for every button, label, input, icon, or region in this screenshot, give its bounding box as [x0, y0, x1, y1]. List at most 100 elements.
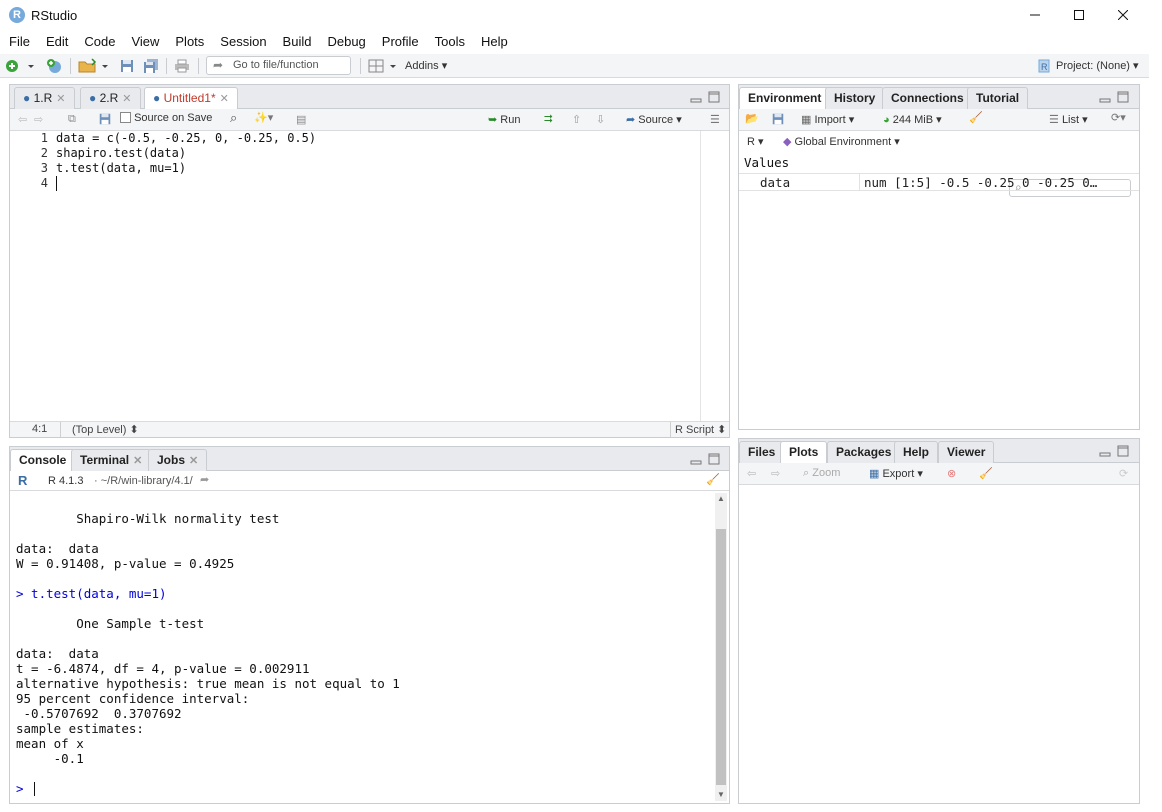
code-tools-wand-icon[interactable]: ✨▾	[254, 111, 273, 124]
open-dropdown-icon[interactable]	[100, 58, 110, 74]
previous-plot-icon[interactable]: ⇦	[747, 467, 756, 480]
save-all-icon[interactable]	[143, 58, 159, 74]
show-in-window-icon[interactable]: ⧉	[68, 113, 76, 126]
tab-terminal[interactable]: Terminal ✕	[71, 449, 152, 471]
console-output[interactable]: Shapiro-Wilk normality test data: data W…	[10, 491, 713, 803]
run-button[interactable]: ➥ Run	[488, 113, 520, 126]
menu-session[interactable]: Session	[212, 31, 274, 53]
clear-plots-broom-icon[interactable]: 🧹	[979, 467, 993, 480]
tab-history[interactable]: History	[825, 87, 885, 109]
maximize-pane-icon[interactable]	[1117, 91, 1129, 103]
refresh-icon[interactable]: ⟳▾	[1111, 111, 1126, 124]
menu-edit[interactable]: Edit	[38, 31, 76, 53]
tab-2-r[interactable]: ● 2.R ✕	[80, 87, 141, 109]
close-tab-icon[interactable]: ✕	[220, 93, 229, 105]
tab-1-r[interactable]: ● 1.R ✕	[14, 87, 75, 109]
environment-variable-row[interactable]: data num [1:5] -0.5 -0.25 0 -0.25 0…	[739, 173, 1139, 191]
new-file-icon[interactable]	[5, 58, 21, 74]
close-tab-icon[interactable]: ✕	[56, 93, 65, 105]
maximize-pane-icon[interactable]	[708, 91, 720, 103]
maximize-pane-icon[interactable]	[1117, 445, 1129, 457]
minimize-pane-icon[interactable]	[690, 453, 702, 465]
goto-directory-icon[interactable]: ➦	[200, 473, 209, 486]
tab-console[interactable]: Console	[10, 449, 76, 472]
scrollbar-thumb[interactable]	[716, 529, 726, 785]
tab-connections[interactable]: Connections	[882, 87, 973, 109]
zoom-button[interactable]: ⌕ Zoom	[803, 467, 840, 480]
scope-selector[interactable]: (Top Level) ⬍	[72, 423, 139, 436]
back-arrow-icon[interactable]: ⇦	[18, 113, 27, 126]
tab-help[interactable]: Help	[894, 441, 939, 463]
memory-usage[interactable]: ◕ 244 MiB ▾	[883, 113, 942, 126]
menu-profile[interactable]: Profile	[374, 31, 427, 53]
export-button[interactable]: ▦ Export ▾	[869, 467, 923, 480]
menu-tools[interactable]: Tools	[427, 31, 473, 53]
list-view-selector[interactable]: ☰ List ▾	[1049, 113, 1088, 126]
menu-debug[interactable]: Debug	[319, 31, 373, 53]
import-dataset-button[interactable]: ▦ Import ▾	[801, 113, 854, 126]
close-tab-icon[interactable]: ✕	[133, 455, 142, 467]
search-icon[interactable]: ⌕	[230, 110, 237, 126]
source-button[interactable]: ➦ Source ▾	[626, 113, 682, 126]
clear-console-icon[interactable]: 🧹	[706, 473, 720, 486]
scroll-up-icon[interactable]: ▲	[715, 493, 727, 505]
close-tab-icon[interactable]: ✕	[122, 93, 131, 105]
tab-environment[interactable]: Environment	[739, 87, 831, 110]
file-type-selector[interactable]: R Script ⬍	[675, 423, 726, 436]
menu-build[interactable]: Build	[275, 31, 320, 53]
go-up-icon[interactable]: ⇧	[572, 113, 581, 126]
save-icon[interactable]	[98, 112, 112, 126]
close-tab-icon[interactable]: ✕	[189, 455, 198, 467]
minimize-pane-icon[interactable]	[1099, 91, 1111, 103]
rerun-icon[interactable]: ⮆	[544, 113, 553, 126]
working-directory[interactable]: · ~/R/win-library/4.1/	[94, 475, 193, 487]
clear-workspace-broom-icon[interactable]: 🧹	[969, 111, 983, 124]
r-file-icon: ●	[153, 91, 161, 105]
maximize-button[interactable]	[1057, 0, 1101, 30]
pane-layout-icon[interactable]	[368, 58, 384, 74]
go-down-icon[interactable]: ⇩	[596, 113, 605, 126]
minimize-pane-icon[interactable]	[1099, 445, 1111, 457]
forward-arrow-icon[interactable]: ⇨	[34, 113, 43, 126]
tab-files[interactable]: Files	[739, 441, 785, 463]
language-label: R	[747, 136, 755, 148]
language-selector[interactable]: R ▾	[747, 135, 764, 148]
print-icon[interactable]	[174, 58, 190, 74]
save-workspace-icon[interactable]	[771, 112, 785, 126]
new-file-dropdown-icon[interactable]	[26, 58, 36, 74]
menu-view[interactable]: View	[123, 31, 167, 53]
refresh-icon[interactable]: ⟳	[1119, 467, 1128, 480]
scroll-down-icon[interactable]: ▼	[715, 789, 727, 801]
open-file-icon[interactable]	[78, 58, 98, 74]
load-workspace-icon[interactable]: 📂	[745, 112, 759, 125]
tab-plots[interactable]: Plots	[780, 441, 828, 464]
new-project-icon[interactable]	[46, 58, 62, 74]
save-icon[interactable]	[119, 58, 135, 74]
menu-help[interactable]: Help	[473, 31, 516, 53]
tab-untitled1[interactable]: ● Untitled1* ✕	[144, 87, 238, 110]
outline-toggle-icon[interactable]: ☰	[710, 113, 720, 126]
addins-menu[interactable]: Addins ▾	[405, 59, 447, 72]
remove-plot-icon[interactable]: ⊗	[947, 467, 956, 480]
maximize-pane-icon[interactable]	[708, 453, 720, 465]
minimize-button[interactable]	[1013, 0, 1057, 30]
source-on-save-checkbox[interactable]: Source on Save	[120, 112, 212, 124]
code-area[interactable]: data = c(-0.5, -0.25, 0, -0.25, 0.5) sha…	[10, 131, 729, 421]
menu-plots[interactable]: Plots	[167, 31, 212, 53]
tab-viewer[interactable]: Viewer	[938, 441, 995, 463]
menu-code[interactable]: Code	[76, 31, 123, 53]
minimize-pane-icon[interactable]	[690, 91, 702, 103]
document-outline-icon[interactable]: ▤	[296, 113, 306, 126]
tab-tutorial[interactable]: Tutorial	[967, 87, 1029, 109]
global-environment-selector[interactable]: ◆ Global Environment ▾	[783, 135, 900, 148]
console-line: Shapiro-Wilk normality test	[16, 511, 280, 526]
pane-layout-dropdown-icon[interactable]	[388, 58, 398, 74]
tab-jobs[interactable]: Jobs ✕	[148, 449, 208, 471]
project-menu[interactable]: Project: (None) ▾	[1056, 59, 1139, 72]
console-scrollbar[interactable]: ▲ ▼	[715, 493, 727, 801]
goto-file-input[interactable]: ➦ Go to file/function	[206, 56, 351, 75]
menu-file[interactable]: File	[1, 31, 38, 53]
tab-packages[interactable]: Packages	[827, 441, 901, 463]
next-plot-icon[interactable]: ⇨	[771, 467, 780, 480]
close-button[interactable]	[1101, 0, 1145, 30]
